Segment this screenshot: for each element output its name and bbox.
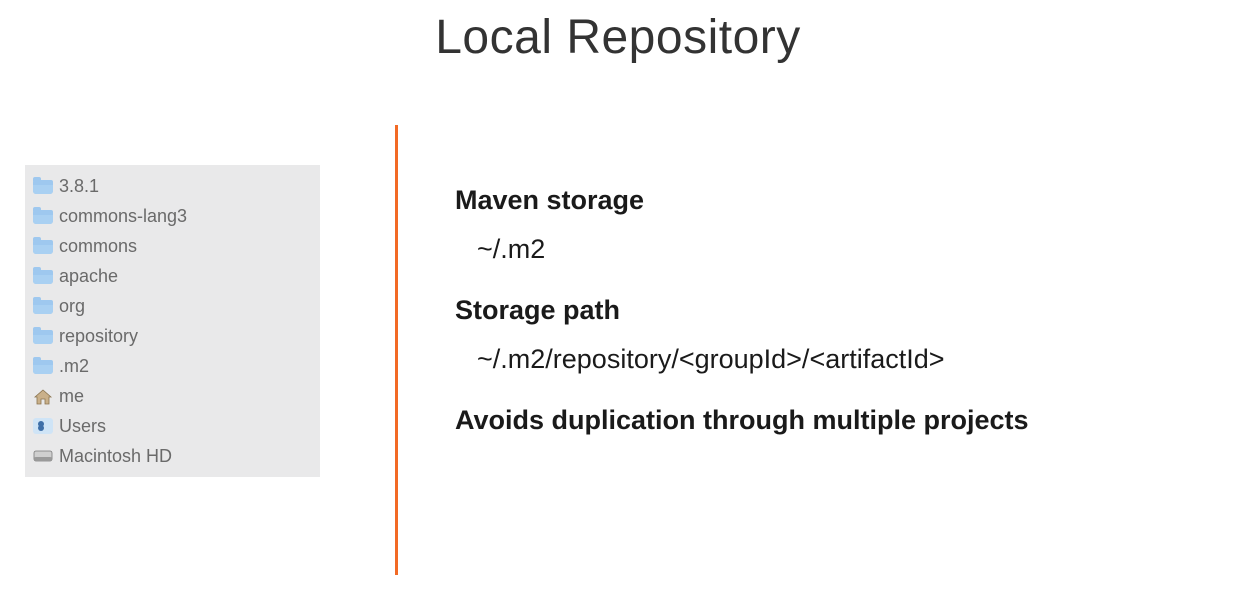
- folder-icon: [33, 240, 53, 254]
- content-block: Maven storage ~/.m2 Storage path ~/.m2/r…: [455, 185, 1206, 436]
- folder-icon: [33, 210, 53, 224]
- heading-storage-path: Storage path: [455, 295, 1206, 326]
- text-repo-path: ~/.m2/repository/<groupId>/<artifactId>: [477, 344, 1206, 375]
- folder-icon: [33, 180, 53, 194]
- disk-icon: [33, 448, 53, 464]
- folder-label: apache: [59, 261, 118, 291]
- folder-row: org: [31, 291, 314, 321]
- folder-icon: [33, 360, 53, 374]
- folder-label: 3.8.1: [59, 171, 99, 201]
- folder-row: Macintosh HD: [31, 441, 314, 471]
- folder-label: Macintosh HD: [59, 441, 172, 471]
- folder-row: commons-lang3: [31, 201, 314, 231]
- folder-row: repository: [31, 321, 314, 351]
- users-icon: [33, 418, 53, 434]
- text-m2-path: ~/.m2: [477, 234, 1206, 265]
- folder-row: 3.8.1: [31, 171, 314, 201]
- folder-row: me: [31, 381, 314, 411]
- home-icon: [33, 388, 53, 404]
- folder-row: commons: [31, 231, 314, 261]
- slide: Local Repository 3.8.1commons-lang3commo…: [0, 0, 1236, 596]
- folder-row: .m2: [31, 351, 314, 381]
- heading-maven-storage: Maven storage: [455, 185, 1206, 216]
- folder-icon: [33, 330, 53, 344]
- slide-title: Local Repository: [0, 10, 1236, 65]
- folder-label: commons-lang3: [59, 201, 187, 231]
- folder-label: commons: [59, 231, 137, 261]
- folder-label: Users: [59, 411, 106, 441]
- folder-label: me: [59, 381, 84, 411]
- folder-row: Users: [31, 411, 314, 441]
- folder-label: repository: [59, 321, 138, 351]
- vertical-divider: [395, 125, 398, 575]
- folder-label: org: [59, 291, 85, 321]
- folder-row: apache: [31, 261, 314, 291]
- heading-avoids-duplication: Avoids duplication through multiple proj…: [455, 405, 1206, 436]
- folder-path-panel: 3.8.1commons-lang3commonsapacheorgreposi…: [25, 165, 320, 477]
- folder-label: .m2: [59, 351, 89, 381]
- folder-icon: [33, 270, 53, 284]
- folder-icon: [33, 300, 53, 314]
